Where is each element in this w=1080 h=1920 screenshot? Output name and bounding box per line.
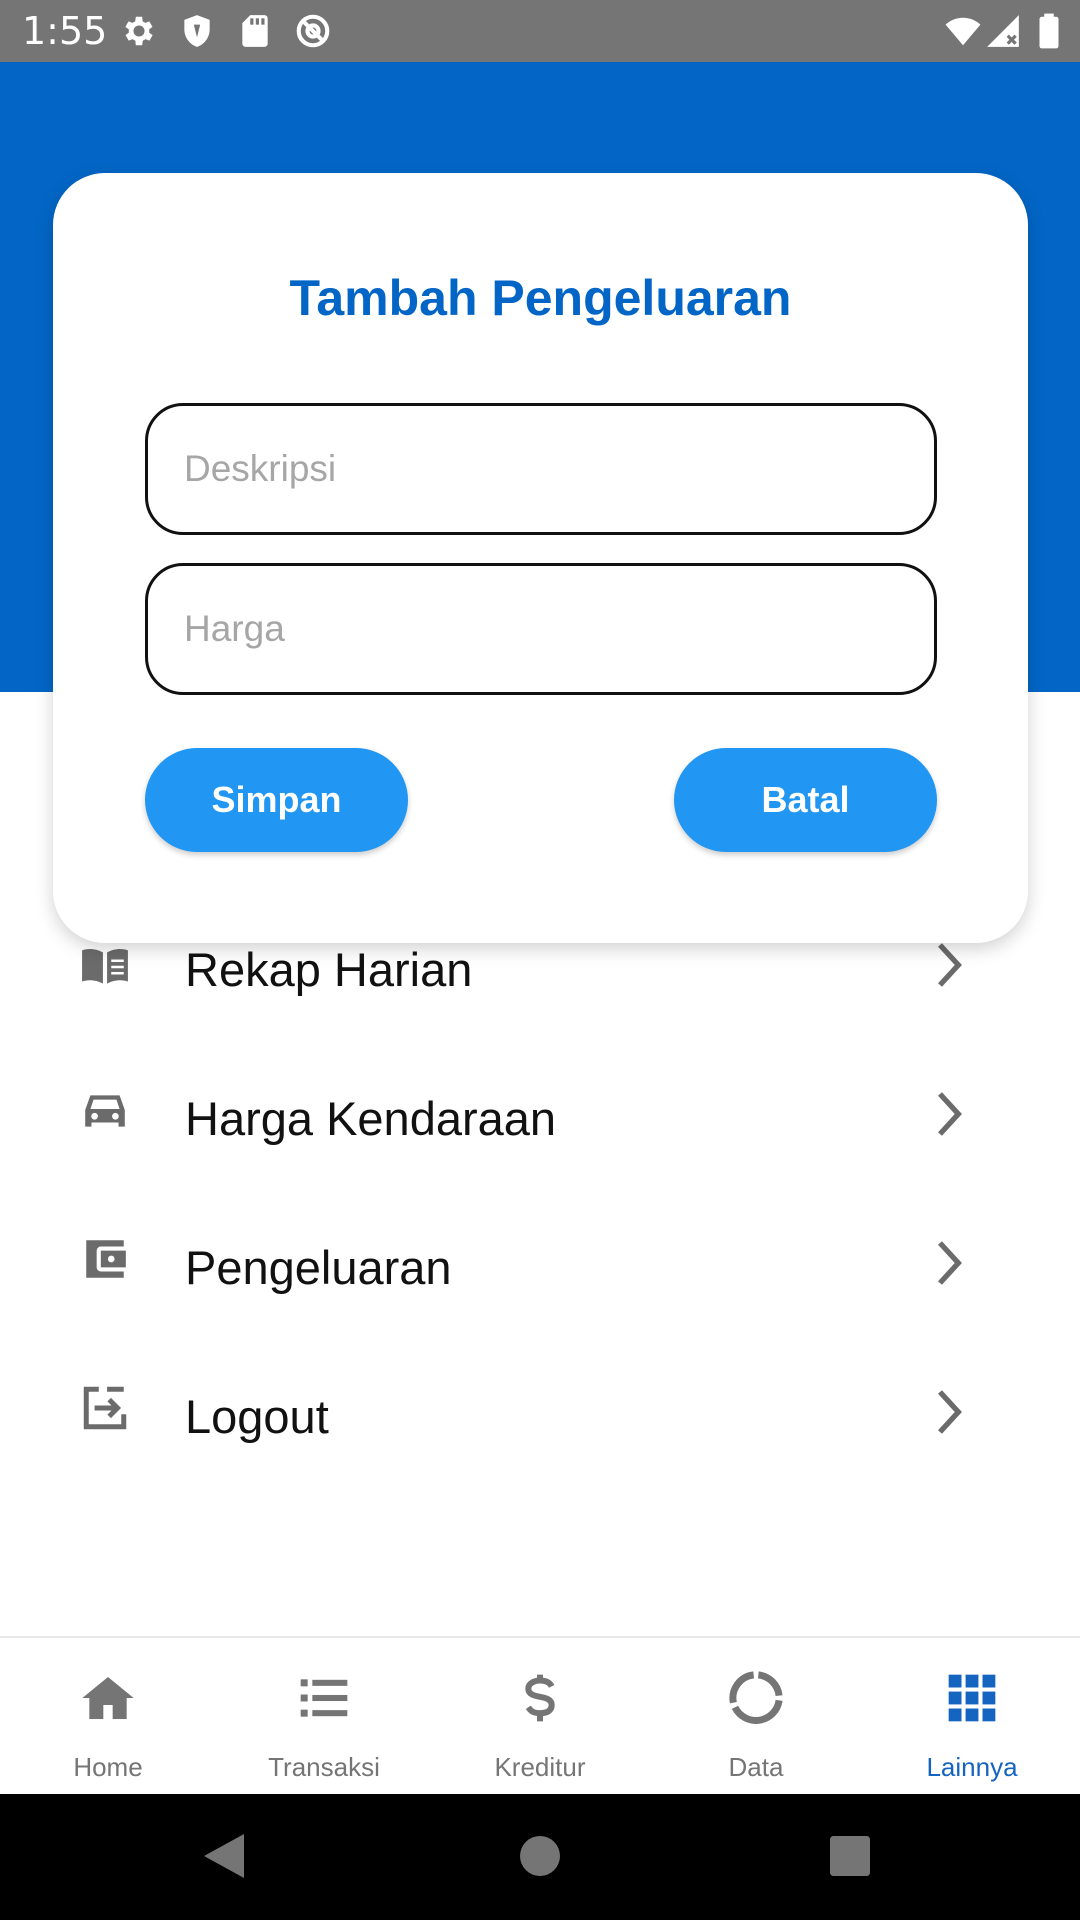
price-input[interactable] [145, 563, 937, 695]
menu-item-harga-kendaraan[interactable]: Harga Kendaraan [0, 1049, 1080, 1197]
save-button[interactable]: Simpan [145, 748, 408, 852]
wallet-icon [86, 1240, 126, 1278]
nav-label: Home [73, 1752, 143, 1782]
nav-label: Kreditur [494, 1752, 586, 1782]
book-icon [82, 948, 128, 984]
signal-icon [987, 15, 1019, 47]
system-navigation-bar [0, 1794, 1080, 1920]
sd-card-icon [242, 15, 268, 47]
nav-item-data[interactable]: Data [648, 1638, 864, 1796]
bottom-navigation: Home Transaksi Kreditur Data Lainnya [0, 1636, 1080, 1794]
chevron-right-icon [938, 1241, 962, 1285]
nav-item-transaksi[interactable]: Transaksi [216, 1638, 432, 1796]
cancel-button[interactable]: Batal [674, 748, 937, 852]
at-sign-icon [296, 14, 330, 48]
donut-chart-icon [729, 1671, 783, 1724]
back-icon[interactable] [200, 1830, 248, 1882]
nav-label: Data [728, 1752, 784, 1782]
battery-icon [1039, 13, 1059, 49]
recents-icon[interactable] [830, 1836, 870, 1876]
nav-item-kreditur[interactable]: Kreditur [432, 1638, 648, 1796]
car-icon [85, 1095, 125, 1127]
dollar-icon [525, 1674, 555, 1722]
home-icon [82, 1677, 134, 1719]
menu-item-pengeluaran[interactable]: Pengeluaran [0, 1198, 1080, 1346]
nav-label: Transaksi [268, 1752, 380, 1782]
menu-item-label: Rekap Harian [185, 943, 473, 996]
chevron-right-icon [938, 943, 962, 987]
nav-item-lainnya[interactable]: Lainnya [864, 1638, 1080, 1796]
home-circle-icon[interactable] [520, 1836, 560, 1876]
chevron-right-icon [938, 1092, 962, 1136]
gear-icon [125, 16, 153, 46]
menu-item-label: Logout [185, 1390, 329, 1443]
add-expense-dialog: Tambah Pengeluaran Simpan Batal [53, 173, 1028, 943]
nav-label: Lainnya [926, 1752, 1018, 1782]
description-input[interactable] [145, 403, 937, 535]
chevron-right-icon [938, 1390, 962, 1434]
menu-item-label: Pengeluaran [185, 1241, 452, 1294]
status-bar: 1:55 [0, 0, 1080, 62]
dialog-title: Tambah Pengeluaran [289, 270, 792, 326]
menu-item-label: Harga Kendaraan [185, 1092, 557, 1145]
nav-item-home[interactable]: Home [0, 1638, 216, 1796]
list-icon [300, 1679, 348, 1717]
wifi-icon [945, 17, 981, 46]
apps-grid-icon [948, 1674, 996, 1722]
status-time: 1:55 [22, 9, 108, 53]
logout-icon [83, 1386, 127, 1430]
shield-icon [184, 15, 210, 47]
menu-item-logout[interactable]: Logout [0, 1347, 1080, 1495]
